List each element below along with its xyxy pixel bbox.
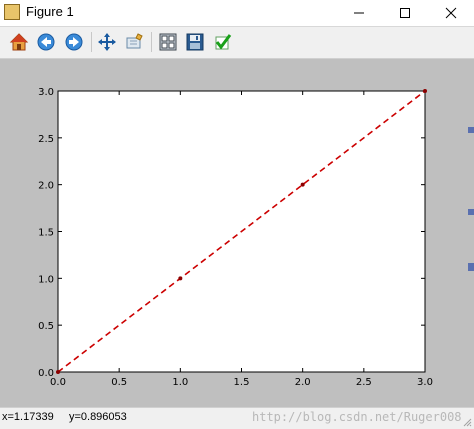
- y-tick-label: 1.0: [38, 274, 54, 285]
- data-point: [423, 89, 427, 93]
- close-button[interactable]: [428, 0, 474, 26]
- zoom-button[interactable]: [122, 31, 146, 53]
- x-tick-label: 1.0: [172, 377, 188, 388]
- arrow-left-icon: [37, 33, 55, 51]
- title-bar: Figure 1: [0, 0, 474, 27]
- x-tick-label: 3.0: [417, 377, 433, 388]
- status-bar: x=1.17339 y=0.896053 http://blog.csdn.ne…: [0, 407, 474, 429]
- toolbar-separator: [91, 32, 92, 52]
- data-point: [56, 370, 60, 374]
- y-tick-label: 2.5: [38, 134, 54, 145]
- maximize-icon: [400, 8, 410, 18]
- window-title: Figure 1: [26, 4, 74, 19]
- y-tick-label: 2.0: [38, 181, 54, 192]
- home-button[interactable]: [7, 31, 31, 53]
- resize-grip-icon[interactable]: [462, 417, 472, 427]
- pan-button[interactable]: [95, 31, 119, 53]
- y-tick-label: 0.5: [38, 321, 54, 332]
- floppy-icon: [186, 33, 204, 51]
- arrow-right-icon: [65, 33, 83, 51]
- x-tick-label: 2.0: [295, 377, 311, 388]
- forward-button[interactable]: [62, 31, 86, 53]
- toolbar-separator: [151, 32, 152, 52]
- chart-svg: 0.0 0.5 1.0 1.5 2.0 2.5 3.00.00.51.01.52.02.53…: [38, 87, 433, 388]
- watermark: http://blog.csdn.net/Ruger008: [252, 410, 462, 424]
- toolbar: [0, 27, 474, 59]
- save-button[interactable]: [183, 31, 207, 53]
- x-tick-label: 1.5: [234, 377, 250, 388]
- move-icon: [98, 33, 116, 51]
- maximize-button[interactable]: [382, 0, 428, 26]
- back-button[interactable]: [34, 31, 58, 53]
- y-tick-label: 1.5: [38, 228, 54, 239]
- minimize-button[interactable]: [336, 0, 382, 26]
- window-edge: [468, 59, 474, 407]
- cursor-coordinates: x=1.17339 y=0.896053: [2, 411, 127, 423]
- x-tick-label: 0.5: [111, 377, 127, 388]
- check-icon: [215, 34, 232, 50]
- home-icon: [9, 33, 29, 51]
- subplots-button[interactable]: [156, 31, 180, 53]
- minimize-icon: [354, 12, 364, 14]
- app-icon: [4, 4, 20, 20]
- data-point: [178, 276, 183, 281]
- figure-canvas[interactable]: 0.0 0.5 1.0 1.5 2.0 2.5 3.0 0.0 0.5 1.0 1.5 2.0 2.5 3…: [0, 59, 474, 407]
- subplots-icon: [159, 33, 177, 51]
- y-tick-label: 0.0: [38, 368, 54, 379]
- x-tick-label: 2.5: [356, 377, 372, 388]
- close-icon: [445, 7, 457, 19]
- zoom-rect-icon: [126, 33, 143, 49]
- data-point: [300, 182, 305, 187]
- y-tick-label: 3.0: [38, 87, 54, 98]
- edit-parameters-button[interactable]: [211, 31, 235, 53]
